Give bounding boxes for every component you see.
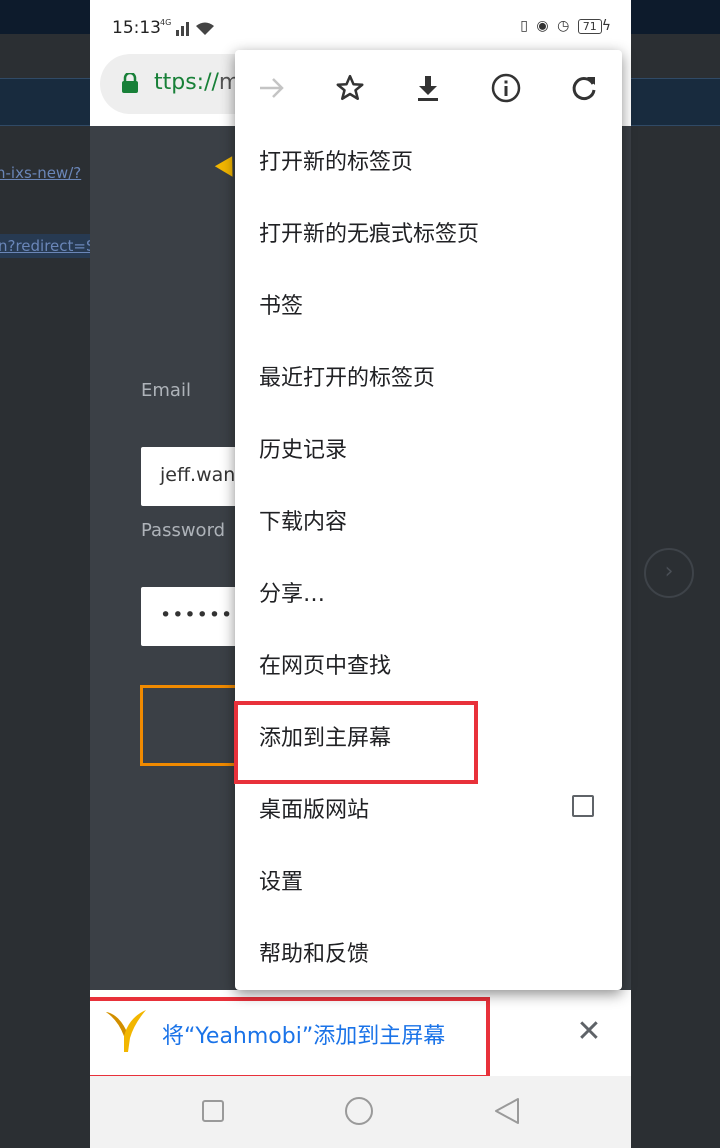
email-value: jeff.wan [160,464,236,486]
star-icon[interactable] [330,68,370,108]
email-label: Email [141,380,191,401]
lock-status-icon: ◉ [536,18,551,34]
menu-item-recent-tabs[interactable]: 最近打开的标签页 [235,340,622,412]
menu-item-share[interactable]: 分享… [235,556,622,628]
network-label: 4G [160,18,172,27]
highlight-box-add-to-home-item [234,701,478,784]
menu-item-find-in-page[interactable]: 在网页中查找 [235,628,622,700]
menu-item-label: 分享… [259,582,326,607]
menu-item-label: 设置 [259,870,304,895]
menu-item-label: 历史记录 [259,438,348,463]
status-right: ▯ ◉ ◷ 71 ϟ [520,18,611,34]
refresh-icon[interactable] [564,68,604,108]
highlight-box-add-to-home-bar [90,997,490,1079]
password-label: Password [141,520,226,541]
menu-item-label: 桌面版网站 [259,798,370,823]
forward-icon[interactable] [252,68,292,108]
alarm-icon: ◷ [557,18,572,34]
menu-item-label: 下载内容 [259,510,348,535]
menu-icon-row [235,50,622,126]
close-icon[interactable]: ✕ [574,1014,604,1050]
menu-item-label: 打开新的标签页 [259,150,414,175]
menu-item-label: 帮助和反馈 [259,942,370,967]
back-icon[interactable] [494,1097,520,1129]
recents-icon[interactable] [202,1100,224,1126]
menu-item-new-incognito-tab[interactable]: 打开新的无痕式标签页 [235,196,622,268]
menu-item-new-tab[interactable]: 打开新的标签页 [235,124,622,196]
status-time: 15:13 [112,18,161,38]
chevron-right-icon[interactable]: › [644,548,694,598]
vibrate-icon: ▯ [520,18,530,34]
menu-item-label: 书签 [259,294,304,319]
menu-item-label: 打开新的无痕式标签页 [259,222,480,247]
url-text[interactable]: ttps://m [154,70,240,95]
browser-menu: 打开新的标签页 打开新的无痕式标签页 书签 最近打开的标签页 历史记录 下载内容… [235,50,622,990]
menu-item-history[interactable]: 历史记录 [235,412,622,484]
background-link[interactable]: n-ixs-new/? [0,164,81,182]
menu-item-label: 最近打开的标签页 [259,366,436,391]
signal-icon [176,20,214,40]
desktop-site-checkbox[interactable] [572,795,594,817]
menu-item-settings[interactable]: 设置 [235,844,622,916]
home-icon[interactable] [344,1096,374,1130]
battery-icon: 71 [577,19,602,34]
background-link[interactable]: n?redirect=S [0,234,98,258]
menu-item-downloads[interactable]: 下载内容 [235,484,622,556]
menu-item-bookmarks[interactable]: 书签 [235,268,622,340]
download-icon[interactable] [408,68,448,108]
info-icon[interactable] [486,68,526,108]
lock-icon [122,71,138,93]
menu-item-label: 在网页中查找 [259,654,392,679]
menu-item-help-feedback[interactable]: 帮助和反馈 [235,916,622,988]
